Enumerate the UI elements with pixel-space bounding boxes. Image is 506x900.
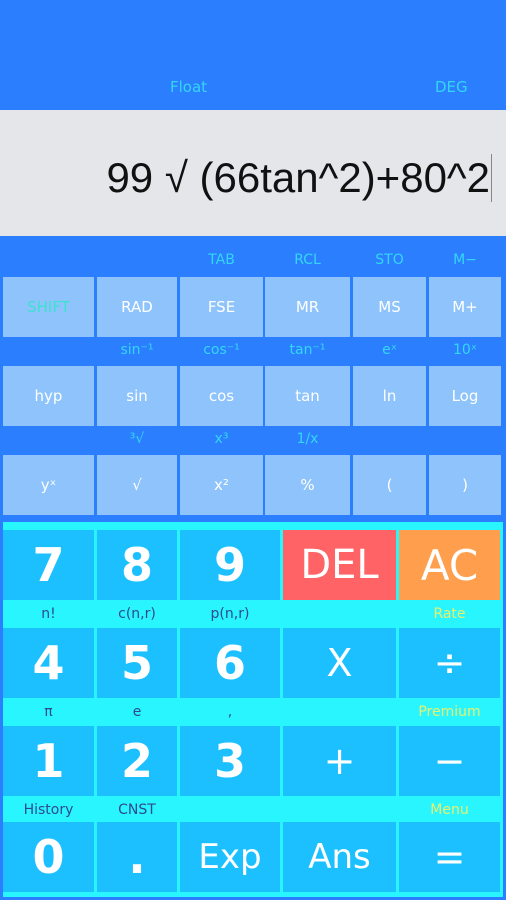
delete-button[interactable]: DEL [283,530,396,600]
plus-button[interactable]: + [283,726,396,796]
menu-link[interactable]: Menu [399,798,500,822]
exp-button[interactable]: Exp [180,822,280,892]
equals-button[interactable]: = [399,822,500,892]
minus-button[interactable]: − [399,726,500,796]
sci-sym-button[interactable]: √ [97,455,177,515]
sci-mr-button[interactable]: MR [265,277,350,337]
keypad-panel: 7 n! 8 c(n,r) 9 p(n,r) DEL AC Rate 4 π 5 e 6, X ÷ Premiu… [0,519,506,900]
one-button[interactable]: 1 [3,726,94,796]
five-button[interactable]: 5 [97,628,177,698]
shift-label: eˣ [382,342,397,358]
shift-label: c(n,r) [118,606,156,622]
top-bar: Float DEG [0,0,506,110]
scientific-panel: SHIFT RAD TAB FSE RCL MR STO MS M− M+ hyp sin⁻¹ sin c… [0,236,506,519]
shift-label: n! [41,606,56,622]
shift-label: π [44,704,53,720]
sci-cos-button[interactable]: cos [180,366,263,426]
sci-sym-button[interactable]: ) [429,455,501,515]
sci-sin-button[interactable]: sin [97,366,177,426]
sci-log-button[interactable]: Log [429,366,501,426]
shift-label: cos⁻¹ [203,342,240,358]
shift-label: tan⁻¹ [289,342,326,358]
angle-mode-toggle[interactable]: DEG [435,78,468,96]
zero-button[interactable]: 0 [3,822,94,892]
shift-label: 10ˣ [452,342,478,358]
sci-rad-button[interactable]: RAD [97,277,177,337]
rate-link[interactable]: Rate [399,602,500,626]
sci-x-button[interactable]: x² [180,455,263,515]
sci-tan-button[interactable]: tan [265,366,350,426]
sci-sym-button[interactable]: % [265,455,350,515]
premium-link[interactable]: Premium [399,700,500,724]
sci-sym-button[interactable]: ( [353,455,426,515]
shift-label: , [227,704,233,720]
sci-m-button[interactable]: M+ [429,277,501,337]
decimal-button[interactable]: . [97,822,177,892]
shift-label: e [132,704,142,720]
keypad-background: 7 n! 8 c(n,r) 9 p(n,r) DEL AC Rate 4 π 5 e 6, X ÷ Premiu… [3,522,503,897]
shift-label: sin⁻¹ [120,342,154,358]
seven-button[interactable]: 7 [3,530,94,600]
clear-all-button[interactable]: AC [399,530,500,600]
shift-label: CNST [118,802,156,818]
sci-ms-button[interactable]: MS [353,277,426,337]
shift-label: p(n,r) [210,606,250,622]
shift-button[interactable]: SHIFT [3,277,94,337]
shift-label: ³√ [129,431,145,447]
eight-button[interactable]: 8 [97,530,177,600]
shift-label: x³ [214,431,229,447]
nine-button[interactable]: 9 [180,530,280,600]
two-button[interactable]: 2 [97,726,177,796]
shift-label: TAB [208,252,235,268]
shift-label: M− [453,252,477,268]
three-button[interactable]: 3 [180,726,280,796]
float-mode-toggle[interactable]: Float [170,78,207,96]
shift-label: 1/x [296,431,319,447]
sci-fse-button[interactable]: FSE [180,277,263,337]
shift-label: History [23,802,74,818]
four-button[interactable]: 4 [3,628,94,698]
sci-hyp-button[interactable]: hyp [3,366,94,426]
shift-label: RCL [294,252,321,268]
expression-input[interactable]: 99 √ (66tan^2)+80^2 [106,154,492,202]
sci-y-button[interactable]: yˣ [3,455,94,515]
shift-label: STO [375,252,404,268]
multiply-button[interactable]: X [283,628,396,698]
sci-ln-button[interactable]: ln [353,366,426,426]
display-panel: 99 √ (66tan^2)+80^2 [0,110,506,236]
ans-button[interactable]: Ans [283,822,396,892]
divide-button[interactable]: ÷ [399,628,500,698]
six-button[interactable]: 6 [180,628,280,698]
